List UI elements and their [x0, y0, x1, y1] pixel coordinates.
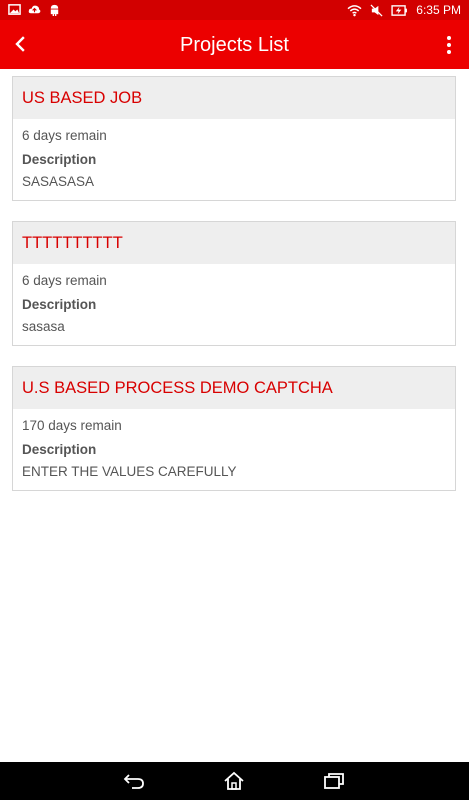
description-label: Description — [22, 152, 97, 167]
app-bar: Projects List — [0, 20, 469, 69]
cloud-icon — [28, 5, 41, 14]
nav-home-button[interactable] — [222, 770, 246, 792]
project-body: 6 days remain Description sasasa — [13, 264, 455, 345]
nav-recents-button[interactable] — [322, 770, 346, 792]
page-title: Projects List — [180, 34, 289, 56]
project-card[interactable]: U.S BASED PROCESS DEMO CAPTCHA 170 days … — [12, 366, 456, 491]
image-icon — [8, 4, 21, 15]
days-remain: 170 days remain — [22, 418, 122, 433]
description-value: sasasa — [22, 319, 65, 334]
project-card[interactable]: TTTTTTTTTT 6 days remain Description sas… — [12, 221, 456, 346]
description-label: Description — [22, 442, 97, 457]
nav-back-button[interactable] — [122, 770, 146, 792]
back-icon — [123, 774, 144, 789]
overflow-dot — [447, 43, 451, 47]
description-label: Description — [22, 297, 97, 312]
recents-icon — [324, 773, 344, 789]
days-remain: 6 days remain — [22, 273, 107, 288]
project-title[interactable]: U.S BASED PROCESS DEMO CAPTCHA — [13, 367, 455, 409]
battery-charging-icon — [391, 4, 408, 16]
overflow-menu-button[interactable] — [437, 32, 461, 58]
home-icon — [224, 771, 244, 790]
project-body: 6 days remain Description SASASASA — [13, 119, 455, 200]
days-remain: 6 days remain — [22, 128, 107, 143]
project-list: US BASED JOB 6 days remain Description S… — [12, 76, 456, 511]
status-right-icons: 6:35 PM — [347, 2, 461, 18]
navigation-bar — [0, 762, 469, 800]
mute-icon — [370, 3, 383, 17]
android-icon — [50, 4, 59, 16]
status-time: 6:35 PM — [416, 3, 461, 17]
status-left-icons — [8, 3, 61, 16]
description-value: SASASASA — [22, 174, 95, 189]
project-title[interactable]: US BASED JOB — [13, 77, 455, 119]
description-value: ENTER THE VALUES CAREFULLY — [22, 464, 237, 479]
project-title[interactable]: TTTTTTTTTT — [13, 222, 455, 264]
overflow-dot — [447, 50, 451, 54]
overflow-menu-icon — [447, 36, 451, 40]
project-body: 170 days remain Description ENTER THE VA… — [13, 409, 455, 490]
status-bar: 6:35 PM — [0, 0, 469, 20]
project-card[interactable]: US BASED JOB 6 days remain Description S… — [12, 76, 456, 201]
wifi-icon — [347, 4, 362, 16]
